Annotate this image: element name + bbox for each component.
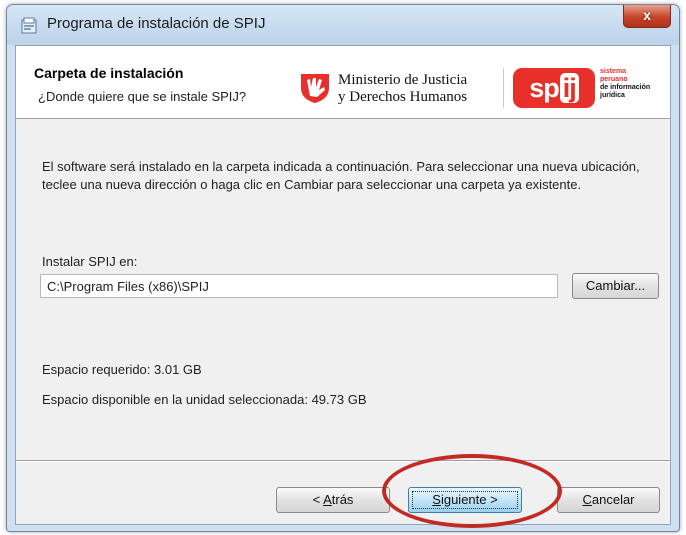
install-path-label: Instalar SPIJ en: — [42, 254, 138, 269]
dialog-content: Carpeta de instalación ¿Donde quiere que… — [15, 45, 671, 528]
install-description: El software será instalado en la carpeta… — [42, 159, 640, 192]
ministry-line-2: y Derechos Humanos — [338, 89, 468, 105]
ministry-name: Ministerio de Justicia y Derechos Humano… — [338, 72, 467, 106]
page-title: Carpeta de instalación — [34, 65, 184, 81]
spij-tagline: sistema peruano de información jurídica — [600, 68, 650, 100]
next-button[interactable]: Siguiente > — [408, 487, 522, 513]
logo-divider — [503, 68, 504, 108]
close-button[interactable]: x — [623, 5, 671, 28]
spij-logo-sp: sp — [529, 73, 559, 103]
spij-tagline-1: sistema — [600, 68, 627, 75]
spij-tagline-4: jurídica — [600, 92, 625, 99]
cancel-mnemonic: C — [582, 492, 592, 507]
space-required-text: Espacio requerido: 3.01 GB — [42, 362, 202, 377]
back-prefix: < — [312, 492, 324, 507]
page-subtitle: ¿Donde quiere que se instale SPIJ? — [38, 89, 247, 104]
space-available-text: Espacio disponible en la unidad seleccio… — [42, 392, 367, 407]
back-mnemonic: A — [323, 492, 332, 507]
back-label-rest: trás — [331, 492, 354, 507]
installer-window: Programa de instalación de SPIJ x Carpet… — [6, 4, 680, 532]
title-bar[interactable]: Programa de instalación de SPIJ x — [7, 5, 679, 45]
change-folder-button[interactable]: Cambiar... — [572, 273, 659, 299]
close-icon: x — [643, 7, 651, 23]
spij-tagline-3: de información — [600, 84, 651, 91]
spij-logo: sp ij — [513, 68, 595, 108]
ministry-line-1: Ministerio de Justicia — [338, 72, 468, 88]
spij-logo-ij: ij — [559, 73, 579, 103]
back-button[interactable]: < Atrás — [276, 487, 390, 513]
wizard-header: Carpeta de instalación ¿Donde quiere que… — [16, 46, 670, 119]
focus-rectangle — [412, 491, 518, 509]
spij-tagline-2: peruano — [600, 76, 628, 83]
installer-app-icon — [21, 17, 37, 34]
cancel-label-rest: ancelar — [591, 492, 635, 507]
install-path-input[interactable] — [40, 274, 558, 298]
ministry-shield-icon — [301, 74, 329, 103]
cancel-button[interactable]: Cancelar — [557, 487, 660, 513]
footer-divider — [16, 460, 670, 461]
window-title: Programa de instalación de SPIJ — [47, 15, 266, 32]
